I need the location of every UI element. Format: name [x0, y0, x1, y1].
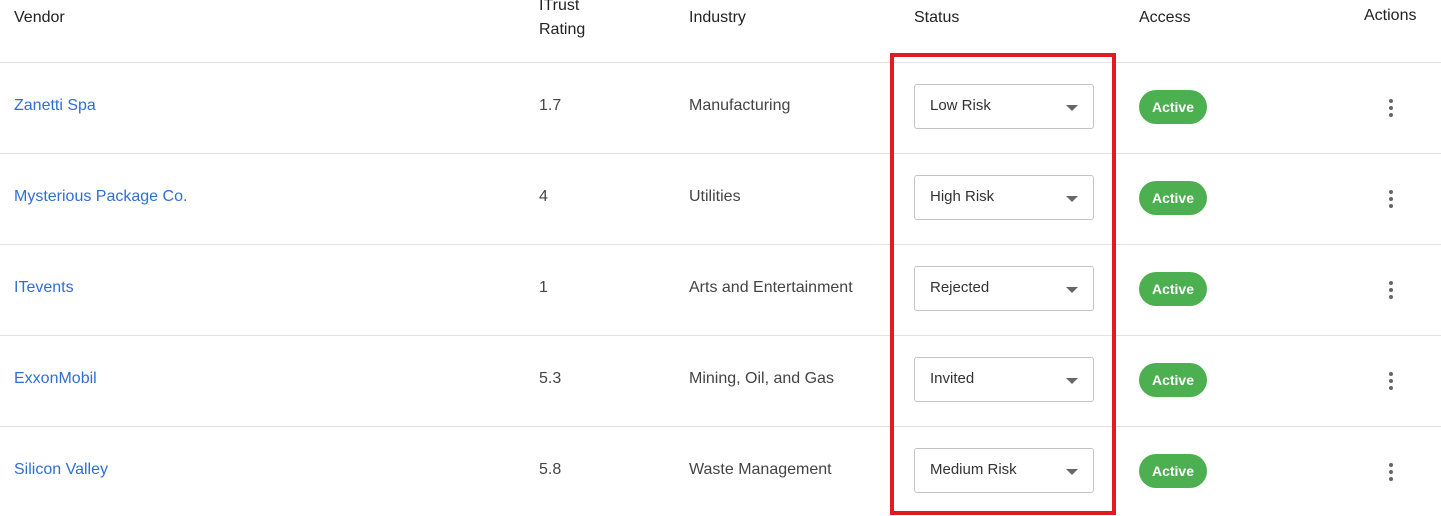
status-select[interactable]: Rejected	[914, 266, 1094, 311]
access-badge: Active	[1139, 272, 1207, 306]
industry-label: Mining, Oil, and Gas	[689, 370, 834, 387]
status-select-value: Low Risk	[930, 97, 991, 114]
access-badge: Active	[1139, 181, 1207, 215]
vendor-link[interactable]: ITevents	[14, 277, 74, 299]
table-row: Silicon Valley 5.8 Waste Management Medi…	[0, 426, 1441, 516]
chevron-down-icon	[1066, 287, 1078, 293]
itrust-rating: 4	[539, 188, 548, 205]
more-vertical-icon[interactable]	[1380, 279, 1402, 301]
more-vertical-icon[interactable]	[1380, 97, 1402, 119]
status-select-value: High Risk	[930, 188, 995, 205]
column-header-actions: Actions	[1364, 7, 1417, 24]
chevron-down-icon	[1066, 105, 1078, 111]
industry-label: Waste Management	[689, 461, 832, 478]
column-header-industry[interactable]: Industry	[689, 6, 746, 30]
status-select-value: Medium Risk	[930, 461, 1017, 478]
table-row: ExxonMobil 5.3 Mining, Oil, and Gas Invi…	[0, 335, 1441, 426]
industry-label: Utilities	[689, 188, 741, 205]
chevron-down-icon	[1066, 469, 1078, 475]
access-badge: Active	[1139, 90, 1207, 124]
itrust-rating: 5.3	[539, 370, 562, 387]
column-header-rating-line1: ITrust	[539, 0, 580, 14]
vendors-table: Vendor ITrust Rating Industry Status Acc…	[0, 0, 1441, 516]
status-select-value: Rejected	[930, 279, 990, 296]
vendor-link[interactable]: Mysterious Package Co.	[14, 186, 187, 208]
status-select[interactable]: Invited	[914, 357, 1094, 402]
column-header-vendor[interactable]: Vendor	[14, 6, 65, 30]
table-row: ITevents 1 Arts and Entertainment Reject…	[0, 244, 1441, 335]
column-header-rating[interactable]: ITrust Rating	[539, 0, 619, 42]
chevron-down-icon	[1066, 196, 1078, 202]
more-vertical-icon[interactable]	[1380, 370, 1402, 392]
table-row: Mysterious Package Co. 4 Utilities High …	[0, 153, 1441, 244]
itrust-rating: 5.8	[539, 461, 562, 478]
chevron-down-icon	[1066, 378, 1078, 384]
column-header-status[interactable]: Status	[914, 6, 959, 30]
industry-label: Arts and Entertainment	[689, 279, 853, 296]
more-vertical-icon[interactable]	[1380, 461, 1402, 483]
itrust-rating: 1	[539, 279, 548, 296]
access-badge: Active	[1139, 454, 1207, 488]
column-header-rating-line2: Rating	[539, 21, 586, 38]
access-badge: Active	[1139, 363, 1207, 397]
status-select-value: Invited	[930, 370, 975, 387]
itrust-rating: 1.7	[539, 97, 562, 114]
industry-label: Manufacturing	[689, 97, 791, 114]
vendor-link[interactable]: ExxonMobil	[14, 368, 97, 390]
more-vertical-icon[interactable]	[1380, 188, 1402, 210]
vendor-link[interactable]: Silicon Valley	[14, 459, 108, 481]
status-select[interactable]: Medium Risk	[914, 448, 1094, 493]
status-select[interactable]: Low Risk	[914, 84, 1094, 129]
column-header-access[interactable]: Access	[1139, 6, 1191, 30]
vendor-link[interactable]: Zanetti Spa	[14, 95, 96, 117]
table-row: Zanetti Spa 1.7 Manufacturing Low Risk A…	[0, 62, 1441, 153]
status-select[interactable]: High Risk	[914, 175, 1094, 220]
